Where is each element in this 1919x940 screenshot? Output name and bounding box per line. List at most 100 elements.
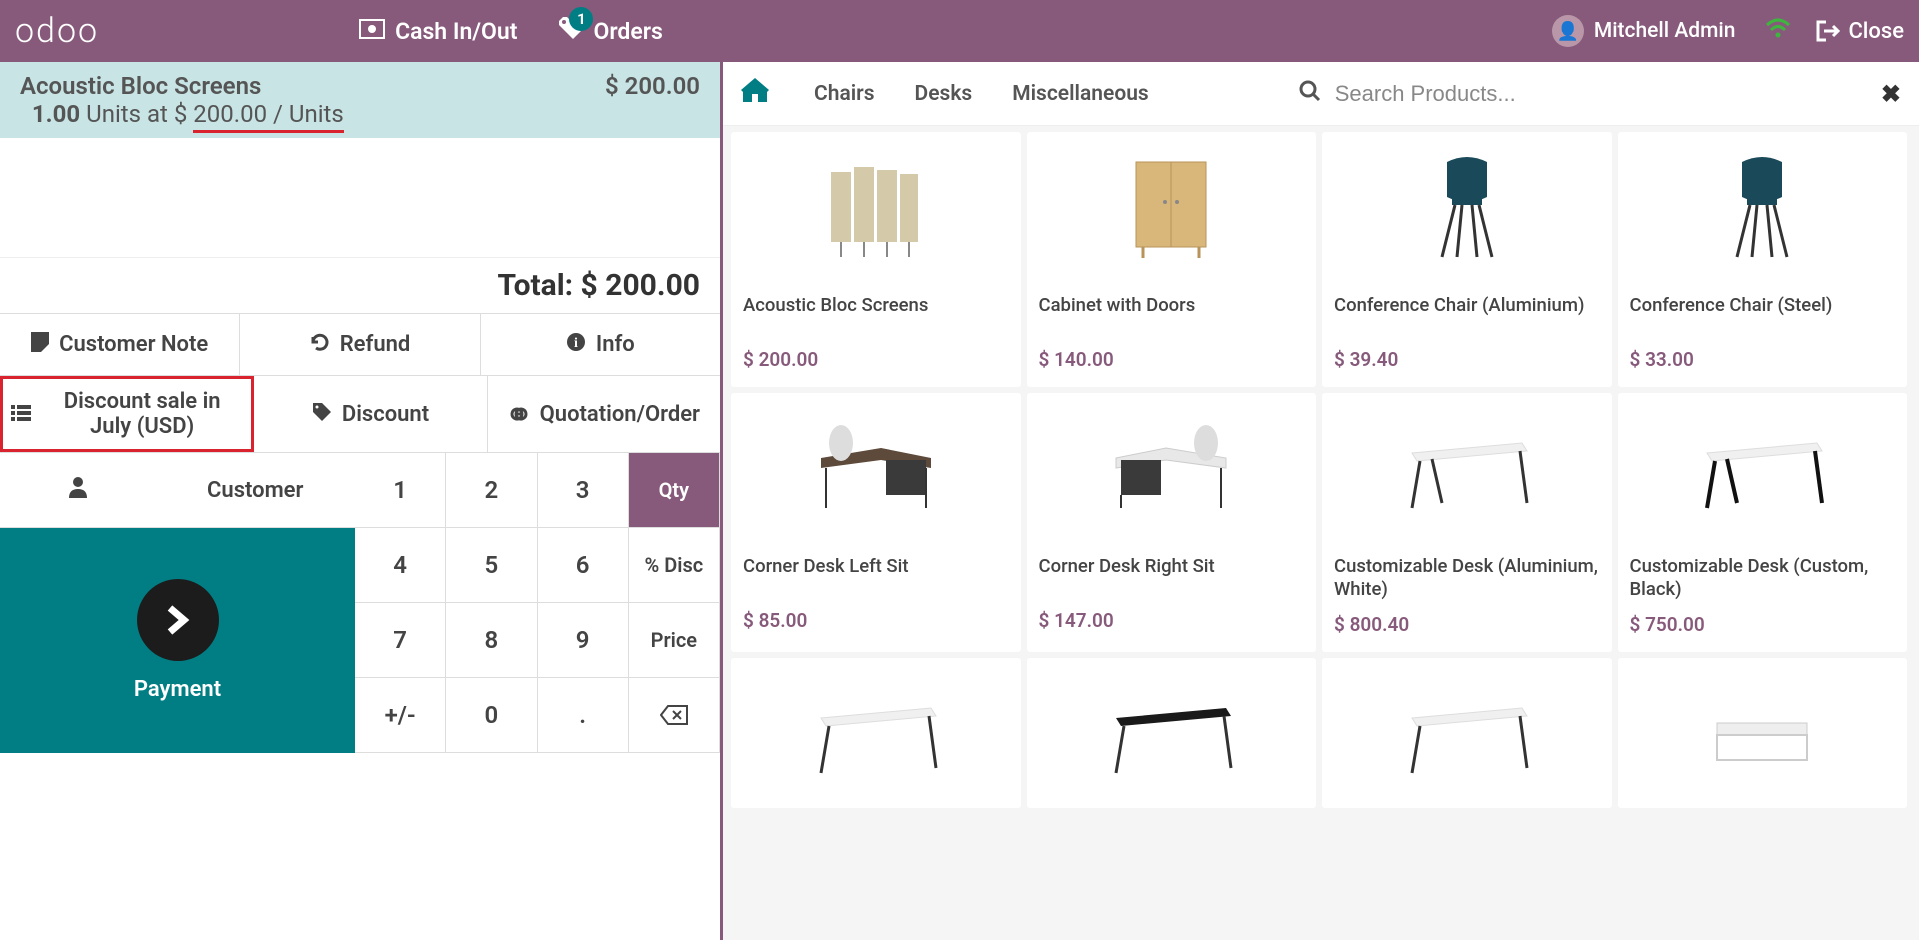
avatar: 👤 [1552,15,1584,47]
orders-badge: 1 [569,7,593,31]
refund-icon [310,332,330,357]
product-image [1027,132,1317,282]
numpad-5[interactable]: 5 [446,528,537,603]
numpad-dot[interactable]: . [538,678,629,753]
product-card[interactable]: Corner Desk Right Sit$ 147.00 [1027,393,1317,652]
products-pane: Chairs Desks Miscellaneous ✖ Acoustic Bl… [720,62,1919,940]
numpad-8[interactable]: 8 [446,603,537,678]
numpad-9[interactable]: 9 [538,603,629,678]
order-pane: Acoustic Bloc Screens 1.00 Units at $ 20… [0,62,720,940]
numpad-0[interactable]: 0 [446,678,537,753]
numpad-4[interactable]: 4 [355,528,446,603]
svg-text:i: i [574,336,578,351]
tag-icon [312,402,332,427]
cash-icon [359,18,385,45]
product-price: $ 140.00 [1027,340,1317,387]
product-image [1027,658,1317,808]
product-name-label: Customizable Desk (Aluminium, White) [1322,543,1612,605]
product-card[interactable]: Corner Desk Left Sit$ 85.00 [731,393,1021,652]
product-image [731,132,1021,282]
product-image [1322,132,1612,282]
numpad-3[interactable]: 3 [538,453,629,528]
payment-arrow-icon [137,579,219,661]
product-image [1322,658,1612,808]
product-name-label: Conference Chair (Aluminium) [1322,282,1612,340]
info-button[interactable]: i Info [481,314,720,375]
product-name-label: Corner Desk Left Sit [731,543,1021,601]
product-price: $ 147.00 [1027,601,1317,648]
home-icon[interactable] [741,77,769,110]
payment-label: Payment [134,677,221,702]
app-header: odoo Cash In/Out 1 Orders 👤 Mitchell Adm… [0,0,1919,62]
product-image [1618,132,1908,282]
product-image [731,658,1021,808]
order-filler [0,138,720,258]
numpad-plusminus[interactable]: +/- [355,678,446,753]
product-card[interactable] [731,658,1021,808]
search-input[interactable] [1335,81,1881,107]
list-icon [11,402,31,426]
products-grid: Acoustic Bloc Screens$ 200.00Cabinet wit… [723,126,1919,814]
customer-note-button[interactable]: Customer Note [0,314,240,375]
payment-button[interactable]: Payment [0,528,355,753]
product-image [1322,393,1612,543]
refund-button[interactable]: Refund [240,314,480,375]
category-misc[interactable]: Miscellaneous [1012,82,1149,106]
pricelist-button[interactable]: Discount sale in July (USD) [0,376,254,452]
search-icon [1299,80,1321,108]
numpad-disc-mode[interactable]: % Disc [629,528,720,603]
numpad-price-mode[interactable]: Price [629,603,720,678]
user-menu[interactable]: 👤 Mitchell Admin [1552,15,1736,47]
product-card[interactable]: Cabinet with Doors$ 140.00 [1027,132,1317,387]
product-price: $ 33.00 [1618,340,1908,387]
product-name-label: Cabinet with Doors [1027,282,1317,340]
product-card[interactable]: Conference Chair (Aluminium)$ 39.40 [1322,132,1612,387]
product-card[interactable]: Conference Chair (Steel)$ 33.00 [1618,132,1908,387]
product-card[interactable]: Customizable Desk (Custom, Black)$ 750.0… [1618,393,1908,652]
product-image [1618,393,1908,543]
note-icon [31,332,49,357]
category-desks[interactable]: Desks [915,82,973,106]
wifi-icon [1765,17,1791,45]
order-line[interactable]: Acoustic Bloc Screens 1.00 Units at $ 20… [0,62,720,138]
numpad-backspace[interactable] [629,678,720,753]
numpad-2[interactable]: 2 [446,453,537,528]
info-icon: i [566,332,586,357]
category-bar: Chairs Desks Miscellaneous ✖ [723,62,1919,126]
customer-button[interactable]: Customer [0,453,355,528]
numpad-6[interactable]: 6 [538,528,629,603]
order-total: Total: $ 200.00 [0,258,720,314]
product-price: $ 200.00 [731,340,1021,387]
product-price: $ 39.40 [1322,340,1612,387]
product-image [731,393,1021,543]
orders-icon: 1 [557,15,583,47]
numpad: 1 2 3 Qty 4 5 6 % Disc 7 8 9 Price +/- 0… [355,453,720,753]
product-price: $ 85.00 [731,601,1021,648]
product-card[interactable] [1027,658,1317,808]
order-product-name: Acoustic Bloc Screens [20,72,344,100]
discount-button[interactable]: Discount [254,376,487,452]
product-card[interactable] [1618,658,1908,808]
orders-label: Orders [593,18,662,45]
search-area: ✖ [1299,80,1901,108]
cash-in-out-button[interactable]: Cash In/Out [359,18,517,45]
numpad-1[interactable]: 1 [355,453,446,528]
category-chairs[interactable]: Chairs [814,82,875,106]
product-card[interactable]: Customizable Desk (Aluminium, White)$ 80… [1322,393,1612,652]
cash-label: Cash In/Out [395,18,517,45]
close-button[interactable]: Close [1816,19,1904,44]
numpad-7[interactable]: 7 [355,603,446,678]
user-name: Mitchell Admin [1594,19,1736,43]
person-icon [0,476,178,504]
quotation-button[interactable]: Quotation/Order [488,376,720,452]
link-icon [508,402,530,426]
clear-search-icon[interactable]: ✖ [1881,80,1901,108]
odoo-logo: odoo [15,11,99,51]
product-card[interactable]: Acoustic Bloc Screens$ 200.00 [731,132,1021,387]
numpad-qty-mode[interactable]: Qty [629,453,720,528]
product-card[interactable] [1322,658,1612,808]
order-line-total: $ 200.00 [605,72,700,128]
product-name-label: Acoustic Bloc Screens [731,282,1021,340]
orders-button[interactable]: 1 Orders [557,15,662,47]
product-name-label: Customizable Desk (Custom, Black) [1618,543,1908,605]
